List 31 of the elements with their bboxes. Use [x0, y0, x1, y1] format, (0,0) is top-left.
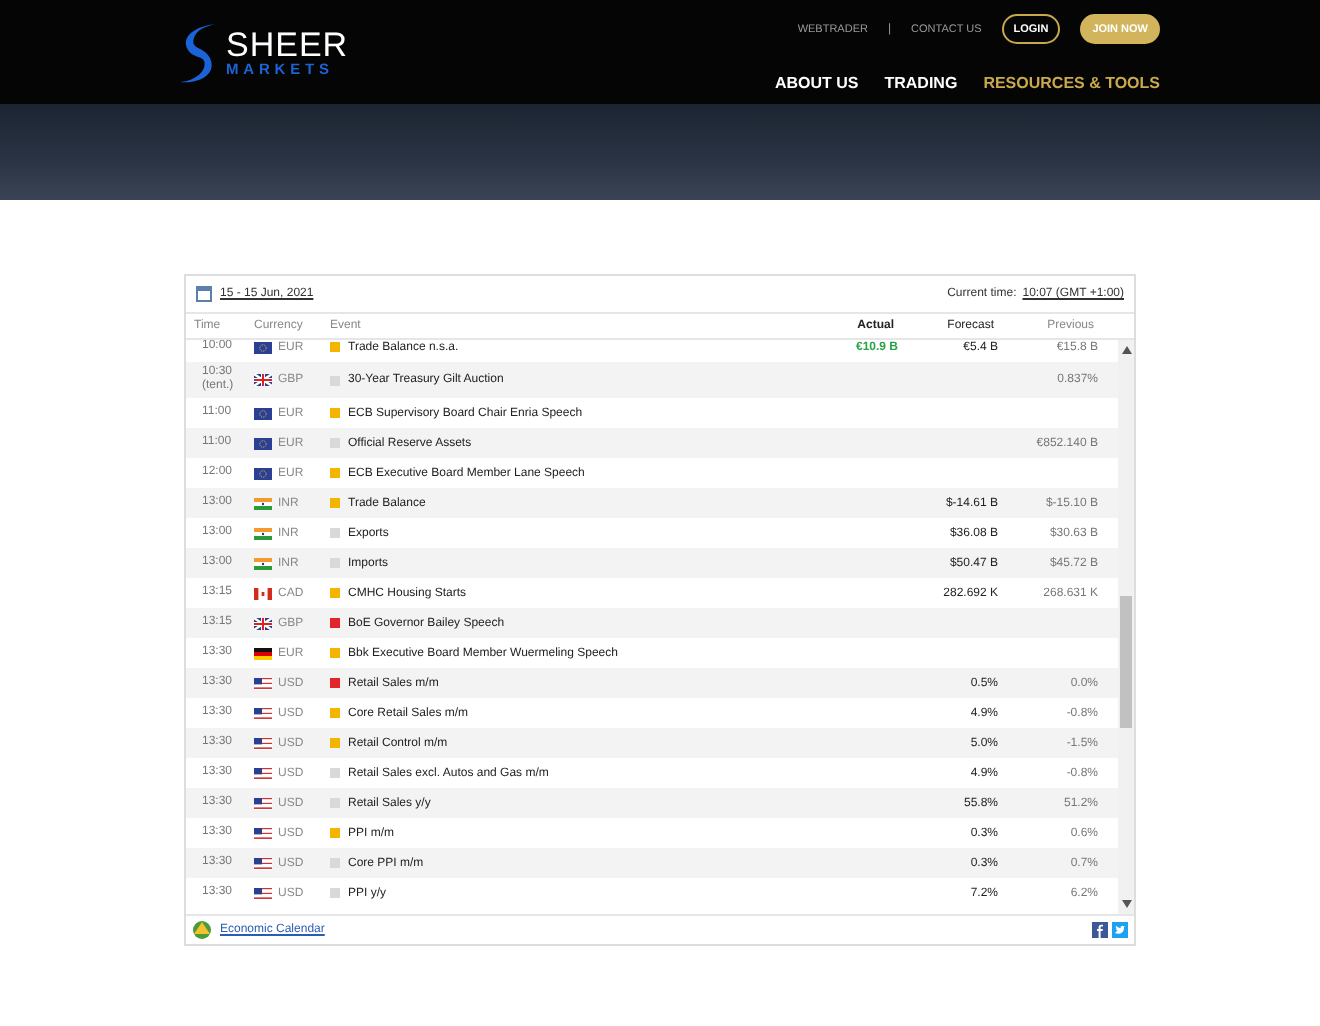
- nav-item[interactable]: ABOUT US: [774, 74, 859, 92]
- calendar-icon: [196, 286, 212, 302]
- nav-item[interactable]: TRADING: [884, 74, 958, 92]
- nav-item[interactable]: RESOURCES & TOOLS: [983, 74, 1160, 92]
- eu-flag-icon: [254, 437, 272, 450]
- scroll-thumb[interactable]: [1120, 596, 1132, 728]
- usa-flag-icon: [254, 857, 272, 870]
- india-flag-icon: [254, 527, 272, 540]
- usa-flag-icon: [254, 707, 272, 720]
- eu-flag-icon: [254, 407, 272, 420]
- canada-flag-icon: [254, 587, 272, 600]
- scroll-down-icon[interactable]: [1121, 900, 1131, 908]
- usa-flag-icon: [254, 737, 272, 750]
- uk-flag-icon: [254, 374, 272, 387]
- eu-flag-icon: [254, 341, 272, 353]
- germany-flag-icon: [254, 647, 272, 660]
- uk-flag-icon: [254, 617, 272, 630]
- india-flag-icon: [254, 497, 272, 510]
- india-flag-icon: [254, 557, 272, 570]
- usa-flag-icon: [254, 677, 272, 690]
- facebook-icon[interactable]: [1092, 922, 1108, 938]
- scrollbar[interactable]: [1118, 340, 1134, 914]
- logo-name: SHEER: [226, 27, 349, 62]
- twitter-icon[interactable]: [1112, 922, 1128, 938]
- usa-flag-icon: [254, 887, 272, 900]
- usa-flag-icon: [254, 767, 272, 780]
- eu-flag-icon: [254, 467, 272, 480]
- globe-logo-icon: [192, 920, 212, 940]
- usa-flag-icon: [254, 827, 272, 840]
- usa-flag-icon: [254, 797, 272, 810]
- scroll-up-icon[interactable]: [1121, 346, 1131, 354]
